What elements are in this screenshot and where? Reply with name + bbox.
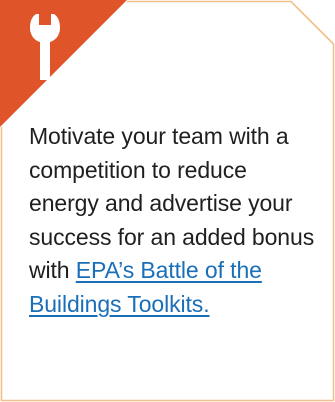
tip-card: Motivate your team with a competition to… xyxy=(0,0,335,402)
wrench-icon xyxy=(30,14,60,80)
tip-text: Motivate your team with a competition to… xyxy=(29,120,319,322)
corner-banner xyxy=(0,0,127,127)
